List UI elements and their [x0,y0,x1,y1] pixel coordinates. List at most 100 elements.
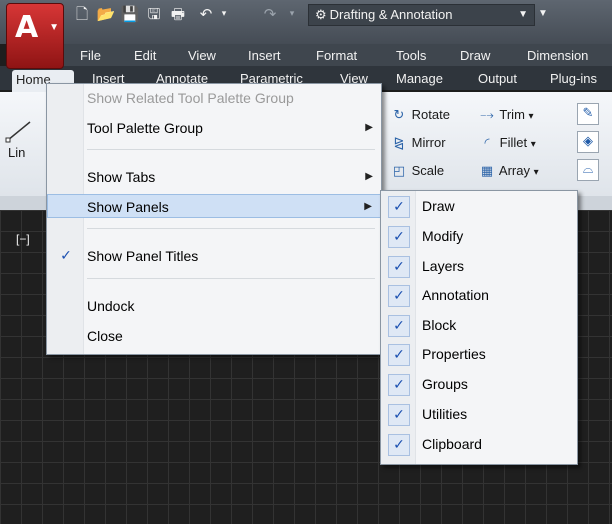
rotate-label: Rotate [411,107,450,122]
checkmark-icon: ✓ [388,374,410,396]
offset-icon[interactable]: ⌓ [577,159,599,181]
array-icon: ▦ [480,164,494,179]
show-panels-submenu: ✓ Draw ✓ Modify ✓ Layers ✓ Annotation ✓ Block… [380,190,578,465]
submenu-item-draw[interactable]: ✓ Draw [381,192,577,221]
mirror-label: Mirror [411,135,446,150]
fillet-button[interactable]: ◜ Fillet ▾ [478,132,535,154]
workspace-dropdown[interactable]: ⚙ Drafting & Annotation ▼ [308,4,535,26]
menu-item-show-panel-titles[interactable]: ✓ Show Panel Titles [47,244,381,268]
open-file-icon[interactable]: 📂 [96,4,116,24]
menu-separator [87,228,375,229]
ribbon-context-menu: Show Related Tool Palette Group Tool Pal… [46,83,382,355]
workspace-label: Drafting & Annotation [329,7,453,22]
submenu-arrow-icon: ▶ [364,201,372,212]
chevron-down-icon: ▼ [518,9,528,20]
submenu-item-layers[interactable]: ✓ Layers [381,252,577,281]
menu-item-label: Tool Palette Group [87,120,203,136]
undo-icon[interactable]: ↶ [196,4,216,24]
checkmark-icon: ✓ [60,248,72,264]
checkmark-icon: ✓ [388,256,410,278]
submenu-item-block[interactable]: ✓ Block [381,311,577,340]
gear-icon: ⚙ [315,7,327,22]
line-tool-icon[interactable] [4,118,34,144]
tab-plug-ins[interactable]: Plug-ins [550,69,597,89]
menu-tools[interactable]: Tools [396,47,426,65]
fillet-label: Fillet [499,135,528,150]
scale-button[interactable]: ◰ Scale [390,160,444,182]
submenu-item-label: Draw [422,198,455,214]
submenu-item-clipboard[interactable]: ✓ Clipboard [381,430,577,459]
redo-icon[interactable]: ↷ [260,4,280,24]
menu-item-label: Show Related Tool Palette Group [87,90,294,106]
rotate-button[interactable]: ↻ Rotate [390,104,450,126]
submenu-item-groups[interactable]: ✓ Groups [381,370,577,399]
submenu-item-properties[interactable]: ✓ Properties [381,340,577,369]
erase-icon[interactable]: ✎ [577,103,599,125]
redo-dropdown-icon[interactable]: ▾ [282,4,302,24]
menu-edit[interactable]: Edit [134,47,156,65]
line-tool-label: Lin [8,145,26,160]
menu-format[interactable]: Format [316,47,357,65]
autocad-logo-icon: A [15,10,39,45]
menu-draw[interactable]: Draw [460,47,490,65]
checkmark-icon: ✓ [388,404,410,426]
undo-dropdown-icon[interactable]: ▾ [214,4,234,24]
submenu-item-label: Clipboard [422,436,482,452]
tab-output[interactable]: Output [478,69,517,89]
save-as-icon[interactable]: 🖫 [144,4,164,24]
new-file-icon[interactable]: 🗋 [72,4,92,24]
trim-icon: ⤍ [480,108,494,123]
chevron-down-icon: ▼ [49,22,59,33]
submenu-arrow-icon: ▶ [365,171,373,182]
menu-item-label: Undock [87,298,135,314]
explode-icon[interactable]: ◈ [577,131,599,153]
mirror-button[interactable]: ⧎ Mirror [390,132,446,154]
checkmark-icon: ✓ [388,285,410,307]
submenu-item-annotation[interactable]: ✓ Annotation [381,281,577,310]
checkmark-icon: ✓ [388,344,410,366]
trim-label: Trim [499,107,525,122]
menu-item-close[interactable]: Close [47,324,381,348]
menu-item-label: Show Panels [87,199,169,215]
menu-item-label: Show Panel Titles [87,248,199,264]
array-button[interactable]: ▦ Array ▾ [478,160,539,182]
tab-manage[interactable]: Manage [396,69,443,89]
submenu-item-label: Properties [422,346,486,362]
submenu-item-label: Layers [422,258,465,274]
submenu-item-label: Modify [422,228,464,244]
submenu-item-label: Utilities [422,406,468,422]
menu-separator [87,278,375,279]
trim-button[interactable]: ⤍ Trim ▾ [478,104,533,126]
scale-label: Scale [411,163,445,178]
scale-icon: ◰ [392,164,406,179]
menu-item-undock[interactable]: Undock [47,294,381,318]
menu-dimension[interactable]: Dimension [527,47,588,65]
array-label: Array [498,163,530,178]
viewport-controls[interactable]: [−] [16,232,30,246]
submenu-arrow-icon: ▶ [365,122,373,133]
checkmark-icon: ✓ [388,315,410,337]
rotate-icon: ↻ [393,108,405,123]
menu-item-tool-palette-group[interactable]: Tool Palette Group ▶ [47,116,381,140]
menu-item-label: Show Tabs [87,169,156,185]
customize-toolbar-icon[interactable]: ▼ [538,4,554,24]
menu-separator [87,149,375,150]
checkmark-icon: ✓ [388,196,410,218]
menu-insert[interactable]: Insert [248,47,281,65]
submenu-item-modify[interactable]: ✓ Modify [381,222,577,251]
menu-item-show-tabs[interactable]: Show Tabs ▶ [47,165,381,189]
fillet-icon: ◜ [484,136,490,151]
checkmark-icon: ✓ [388,226,410,248]
menu-item-show-related-tool-palette-group[interactable]: Show Related Tool Palette Group [47,86,381,110]
menu-item-label: Close [87,328,123,344]
save-icon[interactable]: 💾 [120,4,140,24]
checkmark-icon: ✓ [388,434,410,456]
menu-file[interactable]: File [80,47,101,65]
mirror-icon: ⧎ [393,136,405,151]
menu-view[interactable]: View [188,47,216,65]
application-menu-button[interactable]: A ▼ [6,3,64,69]
print-icon[interactable]: 🖶 [168,4,188,24]
submenu-item-label: Annotation [422,287,489,303]
menu-item-show-panels[interactable]: Show Panels ▶ [47,194,381,218]
submenu-item-utilities[interactable]: ✓ Utilities [381,400,577,429]
